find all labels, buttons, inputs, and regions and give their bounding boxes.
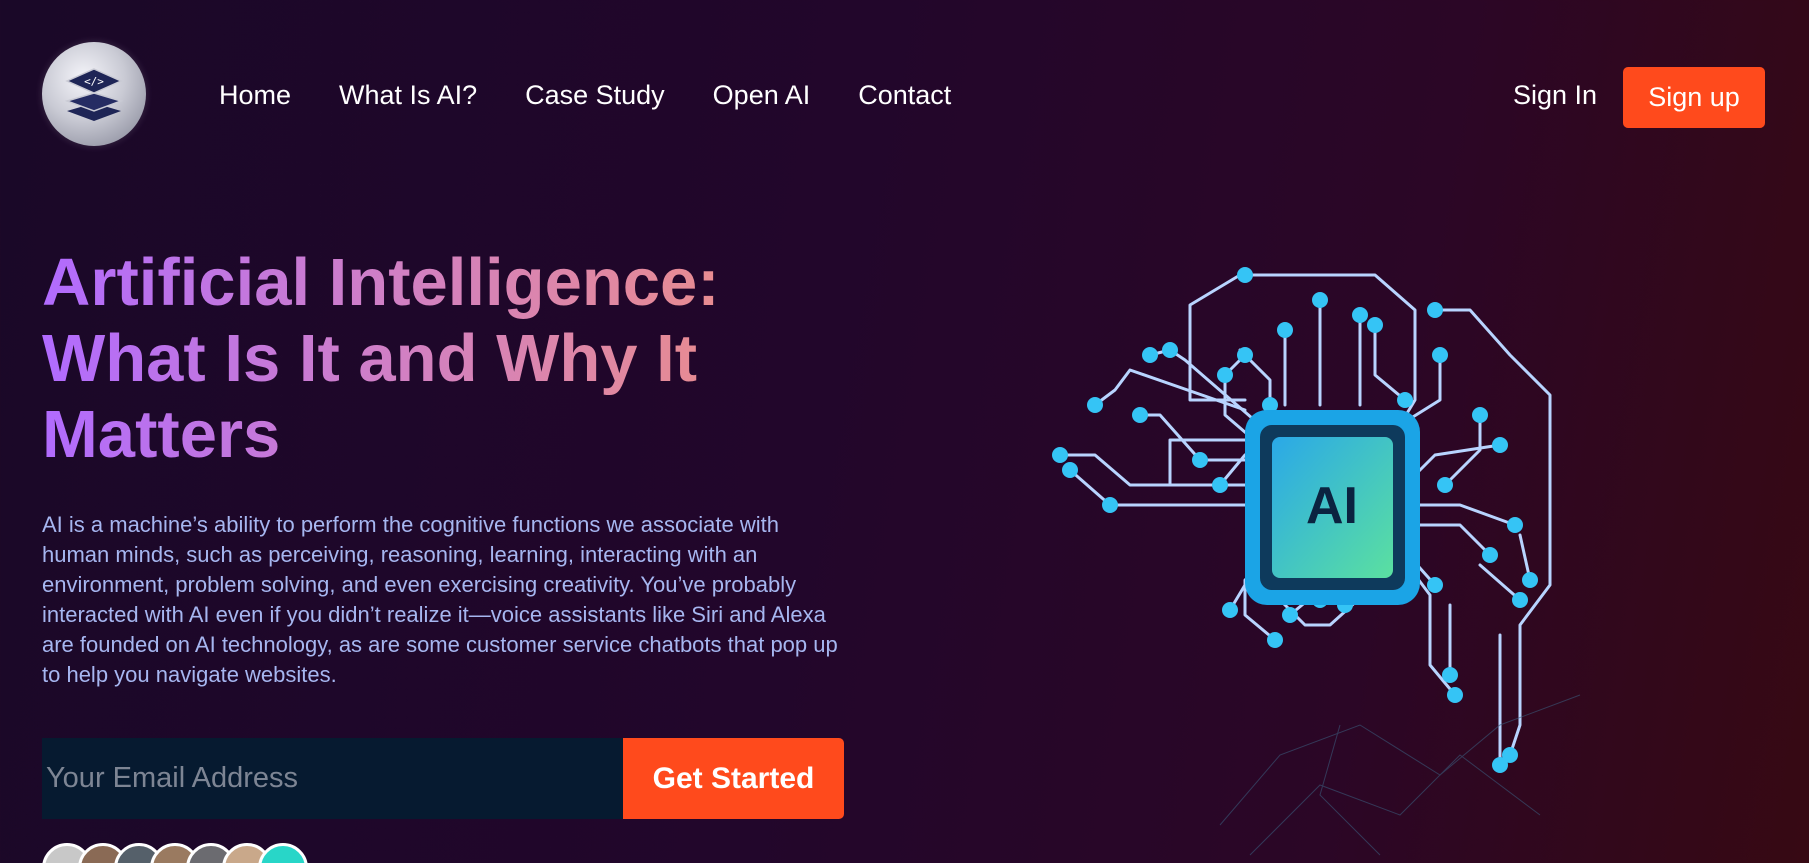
sign-up-button[interactable]: Sign up: [1623, 67, 1765, 128]
hero-description: AI is a machine’s ability to perform the…: [42, 512, 838, 687]
site-logo[interactable]: </>: [42, 42, 146, 146]
stacked-layers-code-icon: </>: [64, 68, 124, 121]
user-avatars: [42, 843, 308, 863]
nav-open-ai[interactable]: Open AI: [713, 80, 811, 111]
nav-contact[interactable]: Contact: [858, 80, 951, 111]
svg-text:</>: </>: [84, 75, 104, 88]
chip-label: AI: [1306, 477, 1358, 535]
avatar: [258, 843, 308, 863]
sign-in-link[interactable]: Sign In: [1513, 80, 1597, 111]
nav-case-study[interactable]: Case Study: [525, 80, 665, 111]
ai-brain-circuit-illustration: AI: [1052, 267, 1581, 856]
main-nav: Home What Is AI? Case Study Open AI Cont…: [219, 80, 951, 111]
nav-home[interactable]: Home: [219, 80, 291, 111]
hero-title: Artificial Intelligence: What Is It and …: [42, 245, 802, 473]
email-input[interactable]: [42, 738, 623, 819]
nav-what-is-ai[interactable]: What Is AI?: [339, 80, 477, 111]
get-started-button[interactable]: Get Started: [623, 738, 844, 819]
